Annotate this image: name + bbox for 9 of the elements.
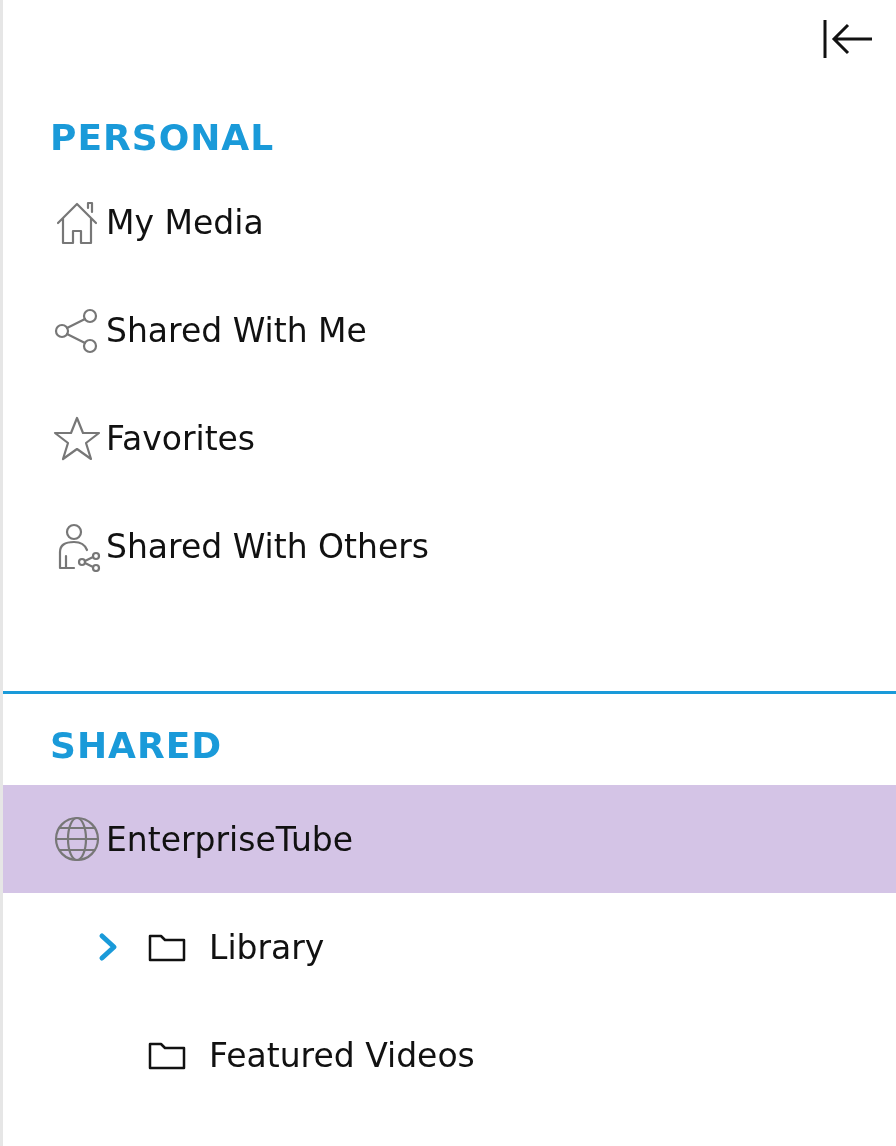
- nav-item[interactable]: Library: [3, 893, 896, 1002]
- nav-item[interactable]: Favorites: [3, 385, 896, 494]
- section-heading: SHARED: [49, 724, 224, 768]
- nav-item[interactable]: Shared With Me: [3, 277, 896, 386]
- nav-item[interactable]: Shared With Others: [3, 493, 896, 602]
- nav-item[interactable]: My Media: [3, 169, 896, 278]
- nav-item[interactable]: EnterpriseTube: [3, 785, 896, 894]
- nav-item[interactable]: Featured Videos: [3, 1001, 896, 1110]
- section-heading: PERSONAL: [49, 116, 276, 160]
